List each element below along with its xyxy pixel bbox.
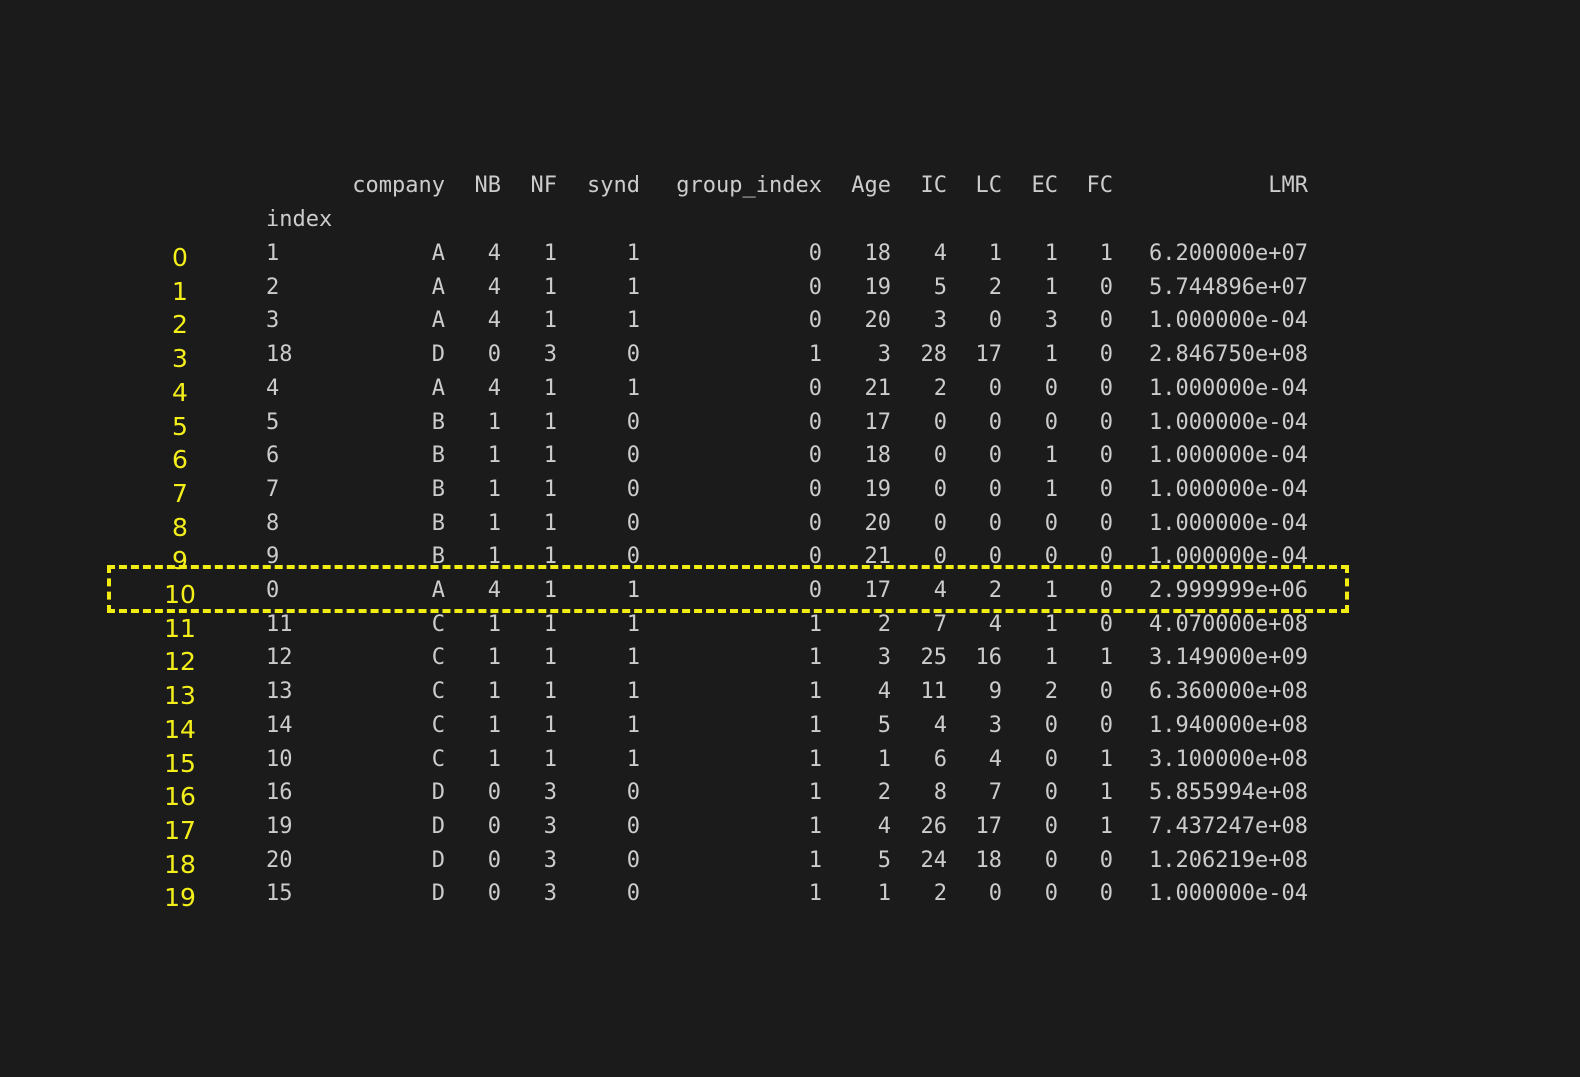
- table-cell-lmr: 2.999999e+06: [1149, 578, 1308, 603]
- table-cell-fc: 0: [1099, 308, 1113, 334]
- table-cell-lmr: 1.000000e-04: [1149, 443, 1308, 469]
- row-annotation-label: 9: [172, 546, 188, 576]
- table-cell-lmr: 1.000000e-04: [1149, 881, 1308, 907]
- dataframe-output: company NB NF synd group_index Age IC LC EC FC LMR…: [0, 0, 1580, 1077]
- table-cell-synd: 1: [626, 375, 640, 401]
- row-annotation-label: 16: [164, 782, 196, 812]
- table-cell-fc: 0: [1099, 847, 1113, 873]
- row-annotation-label: 7: [172, 478, 188, 508]
- column-header-lmr: LMR: [1268, 173, 1308, 198]
- table-cell-fc: 0: [1099, 375, 1113, 401]
- table-cell-lmr: 6.200000e+07: [1149, 241, 1308, 266]
- table-cell-lmr: 1.000000e-04: [1149, 409, 1308, 435]
- table-cell-fc: 1: [1099, 241, 1113, 266]
- row-annotation-label: 4: [172, 377, 188, 407]
- row-annotation-label: 3: [172, 344, 188, 374]
- table-cell-synd: 0: [626, 342, 640, 368]
- row-annotation-label: 15: [164, 748, 196, 778]
- table-cell-lmr: 1.000000e-04: [1149, 544, 1308, 570]
- table-cell-fc: 0: [1099, 544, 1113, 570]
- row-annotation-label: 11: [164, 613, 196, 643]
- row-annotation-label: 6: [172, 445, 188, 475]
- table-cell-lmr: 1.940000e+08: [1149, 712, 1308, 738]
- table-cell-fc: 0: [1099, 443, 1113, 469]
- row-annotation-label: 0: [172, 243, 188, 272]
- row-annotation-label: 14: [164, 714, 196, 744]
- row-annotation-label: 13: [164, 681, 196, 711]
- table-cell-fc: 0: [1099, 712, 1113, 738]
- table-cell-lmr: 1.000000e-04: [1149, 510, 1308, 536]
- table-cell-synd: 1: [626, 611, 640, 637]
- table-cell-lmr: 3.149000e+09: [1149, 645, 1308, 671]
- row-annotation-label: 8: [172, 512, 188, 542]
- table-cell-fc: 1: [1099, 813, 1113, 839]
- table-cell-synd: 1: [626, 241, 640, 266]
- row-annotation-label: 1: [172, 276, 188, 306]
- table-cell-lmr: 6.360000e+08: [1149, 679, 1308, 705]
- table-cell-fc: 0: [1099, 476, 1113, 502]
- table-cell-synd: 1: [626, 274, 640, 300]
- table-cell-synd: 0: [626, 476, 640, 502]
- table-cell-fc: 0: [1099, 409, 1113, 435]
- table-cell-lmr: 4.070000e+08: [1149, 611, 1308, 637]
- table-cell-lmr: 7.437247e+08: [1149, 813, 1308, 839]
- table-cell-synd: 0: [626, 443, 640, 469]
- table-cell-fc: 0: [1099, 342, 1113, 368]
- table-cell-fc: 0: [1099, 881, 1113, 907]
- table-cell-lmr: 1.000000e-04: [1149, 476, 1308, 502]
- table-cell-fc: 0: [1099, 274, 1113, 300]
- table-cell-synd: 0: [626, 510, 640, 536]
- row-annotation-label: 17: [164, 815, 196, 845]
- table-cell-synd: 0: [626, 847, 640, 873]
- row-annotation-label: 18: [164, 849, 196, 879]
- table-cell-fc: 1: [1099, 645, 1113, 671]
- table-cell-fc: 0: [1099, 510, 1113, 536]
- row-annotation-label: 12: [164, 647, 196, 677]
- table-cell-fc: 1: [1099, 746, 1113, 772]
- table-cell-synd: 0: [626, 409, 640, 435]
- table-cell-fc: 0: [1099, 679, 1113, 705]
- table-cell-synd: 1: [626, 679, 640, 705]
- table-cell-synd: 1: [626, 578, 640, 603]
- row-annotation-label: 10: [164, 580, 196, 609]
- table-cell-synd: 0: [626, 544, 640, 570]
- table-cell-fc: 0: [1099, 611, 1113, 637]
- table-cell-lmr: 5.744896e+07: [1149, 274, 1308, 300]
- table-cell-lmr: 2.846750e+08: [1149, 342, 1308, 368]
- table-cell-synd: 0: [626, 813, 640, 839]
- index-name-label: index: [266, 207, 333, 232]
- table-cell-lmr: 5.855994e+08: [1149, 780, 1308, 806]
- table-cell-synd: 0: [626, 881, 640, 907]
- table-cell-synd: 1: [626, 746, 640, 772]
- table-cell-synd: 1: [626, 645, 640, 671]
- table-cell-synd: 1: [626, 308, 640, 334]
- table-cell-synd: 1: [626, 712, 640, 738]
- table-cell-lmr: 1.000000e-04: [1149, 375, 1308, 401]
- table-cell-lmr: 1.000000e-04: [1149, 308, 1308, 334]
- row-annotation-label: 19: [164, 883, 196, 913]
- table-cell-lmr: 3.100000e+08: [1149, 746, 1308, 772]
- table-cell-fc: 1: [1099, 780, 1113, 806]
- row-annotation-label: 5: [172, 411, 188, 441]
- table-cell-fc: 0: [1099, 578, 1113, 603]
- table-cell-lmr: 1.206219e+08: [1149, 847, 1308, 873]
- row-annotation-label: 2: [172, 310, 188, 340]
- table-cell-synd: 0: [626, 780, 640, 806]
